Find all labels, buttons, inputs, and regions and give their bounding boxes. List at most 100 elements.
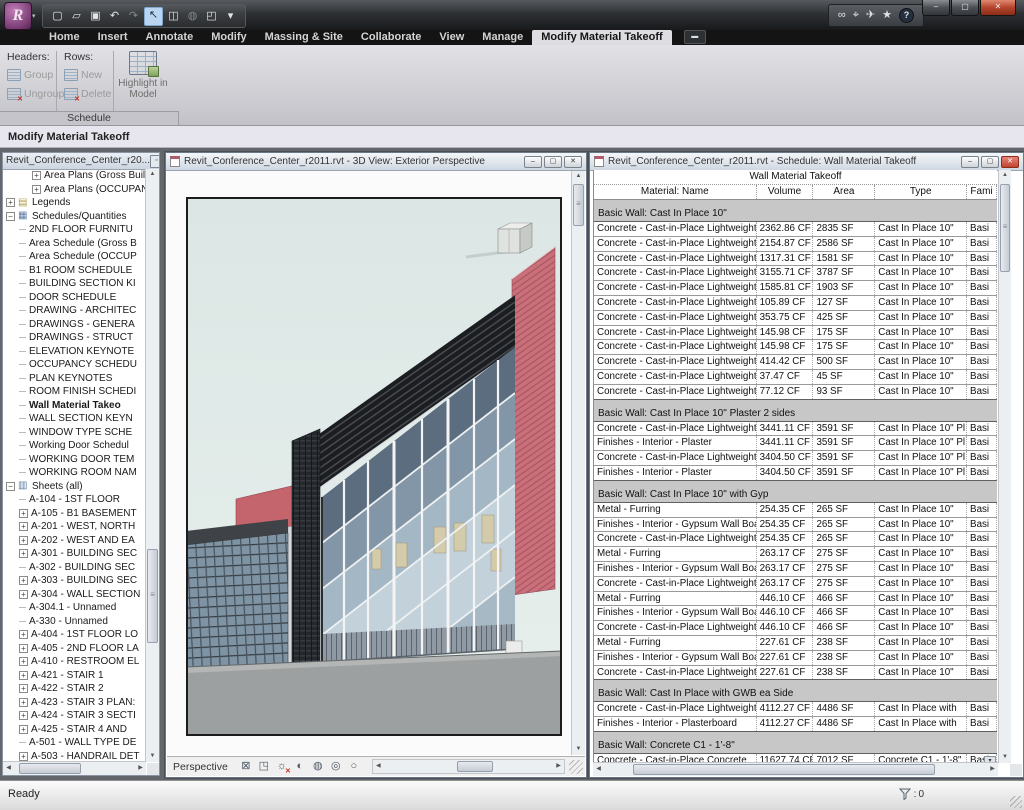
table-row[interactable]: Concrete - Cast-in-Place Lightweight Co2…: [594, 222, 997, 237]
table-row[interactable]: Concrete - Cast-in-Place Lightweight Co1…: [594, 326, 997, 341]
table-row[interactable]: Concrete - Cast-in-Place Lightweight Co1…: [594, 281, 997, 296]
table-cell[interactable]: 227.61 CF: [757, 651, 814, 665]
table-cell[interactable]: Concrete - Cast-in-Place Lightweight Co: [594, 621, 757, 635]
expand-icon[interactable]: +: [19, 509, 28, 518]
ungroup-headers-button[interactable]: Ungroup: [7, 84, 56, 103]
table-cell[interactable]: 446.10 CF: [757, 606, 814, 620]
table-cell[interactable]: Finishes - Interior - Gypsum Wall Board: [594, 606, 757, 620]
shadows-icon[interactable]: ◐: [292, 759, 308, 774]
tree-item-occupancy-schedu[interactable]: OCCUPANCY SCHEDU: [3, 358, 147, 372]
communication-center-icon[interactable]: ⌖: [853, 7, 859, 24]
table-cell[interactable]: Basi: [967, 237, 997, 251]
highlight-in-model-button[interactable]: Highlight in Model: [114, 49, 172, 111]
table-cell[interactable]: 3404.50 CF: [757, 466, 814, 480]
tree-item-working-door-schedul[interactable]: Working Door Schedul: [3, 439, 147, 453]
table-cell[interactable]: Cast In Place 10" Pl: [875, 436, 967, 450]
table-cell[interactable]: Cast In Place 10": [875, 532, 967, 546]
table-cell[interactable]: Finishes - Interior - Plaster: [594, 466, 757, 480]
table-cell[interactable]: 4112.27 CF: [757, 717, 814, 731]
table-cell[interactable]: 127 SF: [813, 296, 875, 310]
tree-item-door-schedule[interactable]: DOOR SCHEDULE: [3, 291, 147, 305]
table-cell[interactable]: Cast In Place 10": [875, 606, 967, 620]
collapse-icon[interactable]: −: [6, 482, 15, 491]
tree-item-window-type-sche[interactable]: WINDOW TYPE SCHE: [3, 426, 147, 440]
table-cell[interactable]: 2586 SF: [813, 237, 875, 251]
table-cell[interactable]: 254.35 CF: [757, 532, 814, 546]
group-headers-button[interactable]: Group: [7, 65, 56, 84]
table-cell[interactable]: Cast In Place 10": [875, 355, 967, 369]
expand-icon[interactable]: +: [32, 185, 41, 194]
table-cell[interactable]: Cast In Place 10": [875, 311, 967, 325]
table-cell[interactable]: Metal - Furring: [594, 592, 757, 606]
ribbon-tab-modify-material-takeoff[interactable]: Modify Material Takeoff: [532, 30, 671, 45]
table-cell[interactable]: 2154.87 CF: [757, 237, 814, 251]
table-row[interactable]: Finishes - Interior - Plasterboard4112.2…: [594, 717, 997, 731]
tree-item-a-410-restroom-el[interactable]: +A-410 - RESTROOM EL: [3, 655, 147, 669]
table-cell[interactable]: Cast In Place with: [875, 717, 967, 731]
table-row[interactable]: Concrete - Cast-in-Place Lightweight Co2…: [594, 532, 997, 547]
search-icon[interactable]: ∞: [838, 7, 846, 24]
column-header-fami[interactable]: Fami: [967, 185, 997, 199]
table-cell[interactable]: Basi: [967, 370, 997, 384]
tree-item-a-302-building-sec[interactable]: A-302 - BUILDING SEC: [3, 561, 147, 575]
rendering-icon[interactable]: ◍: [310, 759, 326, 774]
application-menu-button[interactable]: R: [4, 2, 32, 30]
schedule-horizontal-scrollbar[interactable]: ◀ ▶: [593, 762, 998, 776]
table-cell[interactable]: Cast In Place 10": [875, 547, 967, 561]
table-row[interactable]: Concrete - Cast-in-Place Lightweight Co2…: [594, 237, 997, 252]
table-cell[interactable]: Cast In Place 10": [875, 651, 967, 665]
expand-icon[interactable]: +: [19, 671, 28, 680]
expand-icon[interactable]: +: [19, 522, 28, 531]
table-row[interactable]: Concrete - Cast-in-Place Lightweight Co3…: [594, 370, 997, 385]
table-cell[interactable]: Basi: [967, 702, 997, 716]
expand-icon[interactable]: +: [19, 630, 28, 639]
tree-item-2nd-floor-furnitu[interactable]: 2ND FLOOR FURNITU: [3, 223, 147, 237]
tree-item-a-421-stair-1[interactable]: +A-421 - STAIR 1: [3, 669, 147, 683]
table-row[interactable]: Concrete - Cast-in-Place Lightweight Co1…: [594, 252, 997, 267]
table-row[interactable]: Finishes - Interior - Gypsum Wall Board2…: [594, 651, 997, 666]
table-cell[interactable]: Basi: [967, 266, 997, 280]
collapse-icon[interactable]: −: [6, 212, 15, 221]
redo-icon[interactable]: ↷: [125, 8, 142, 25]
tree-item-area-plans-occupanc[interactable]: +Area Plans (OCCUPANC: [3, 183, 147, 197]
table-cell[interactable]: Concrete - Cast-in-Place Lightweight Co: [594, 355, 757, 369]
table-cell[interactable]: Cast In Place 10": [875, 266, 967, 280]
table-cell[interactable]: 1317.31 CF: [757, 252, 814, 266]
table-row[interactable]: Concrete - Cast-in-Place Lightweight Co 1…: [594, 340, 997, 355]
table-cell[interactable]: Concrete - Cast-in-Place Lightweight Co: [594, 577, 757, 591]
expand-icon[interactable]: +: [19, 549, 28, 558]
table-cell[interactable]: Finishes - Interior - Plaster: [594, 436, 757, 450]
table-cell[interactable]: 175 SF: [813, 340, 875, 354]
table-cell[interactable]: Basi: [967, 562, 997, 576]
window-resize-grip[interactable]: [569, 760, 583, 774]
tree-item-a-201-west-north[interactable]: +A-201 - WEST, NORTH: [3, 520, 147, 534]
table-cell[interactable]: Basi: [967, 252, 997, 266]
undo-icon[interactable]: ↶: [106, 8, 123, 25]
table-cell[interactable]: 263.17 CF: [757, 562, 814, 576]
table-cell[interactable]: 466 SF: [813, 621, 875, 635]
table-cell[interactable]: Cast In Place 10": [875, 562, 967, 576]
table-cell[interactable]: Basi: [967, 326, 997, 340]
tree-item-drawings-genera[interactable]: DRAWINGS - GENERA: [3, 318, 147, 332]
tree-item-b1-room-schedule[interactable]: B1 ROOM SCHEDULE: [3, 264, 147, 278]
table-cell[interactable]: 3155.71 CF: [757, 266, 814, 280]
table-row[interactable]: Concrete - Cast-in-Place Lightweight Co2…: [594, 577, 997, 592]
expand-icon[interactable]: +: [19, 590, 28, 599]
browser-vertical-scrollbar[interactable]: ▲ ▼: [145, 169, 159, 762]
schedule-titlebar[interactable]: Revit_Conference_Center_r2011.rvt - Sche…: [590, 153, 1023, 171]
tree-item-a-405-2nd-floor-la[interactable]: +A-405 - 2ND FLOOR LA: [3, 642, 147, 656]
table-row[interactable]: Finishes - Interior - Gypsum Wall Board2…: [594, 562, 997, 577]
table-cell[interactable]: 238 SF: [813, 636, 875, 650]
table-cell[interactable]: Cast In Place 10": [875, 281, 967, 295]
table-cell[interactable]: Basi: [967, 296, 997, 310]
default-3d-view-icon[interactable]: ◫: [165, 8, 182, 25]
ribbon-tab-massing-site[interactable]: Massing & Site: [256, 30, 352, 45]
table-cell[interactable]: 265 SF: [813, 518, 875, 532]
expand-icon[interactable]: +: [32, 171, 41, 180]
table-cell[interactable]: Cast In Place 10": [875, 503, 967, 517]
table-row[interactable]: Concrete - Cast-in-Place Lightweight Co7…: [594, 385, 997, 399]
table-cell[interactable]: Concrete - Cast-in-Place Lightweight Co: [594, 340, 757, 354]
table-cell[interactable]: 93 SF: [813, 385, 875, 399]
table-cell[interactable]: Metal - Furring: [594, 503, 757, 517]
tree-item-a-303-building-sec[interactable]: +A-303 - BUILDING SEC: [3, 574, 147, 588]
